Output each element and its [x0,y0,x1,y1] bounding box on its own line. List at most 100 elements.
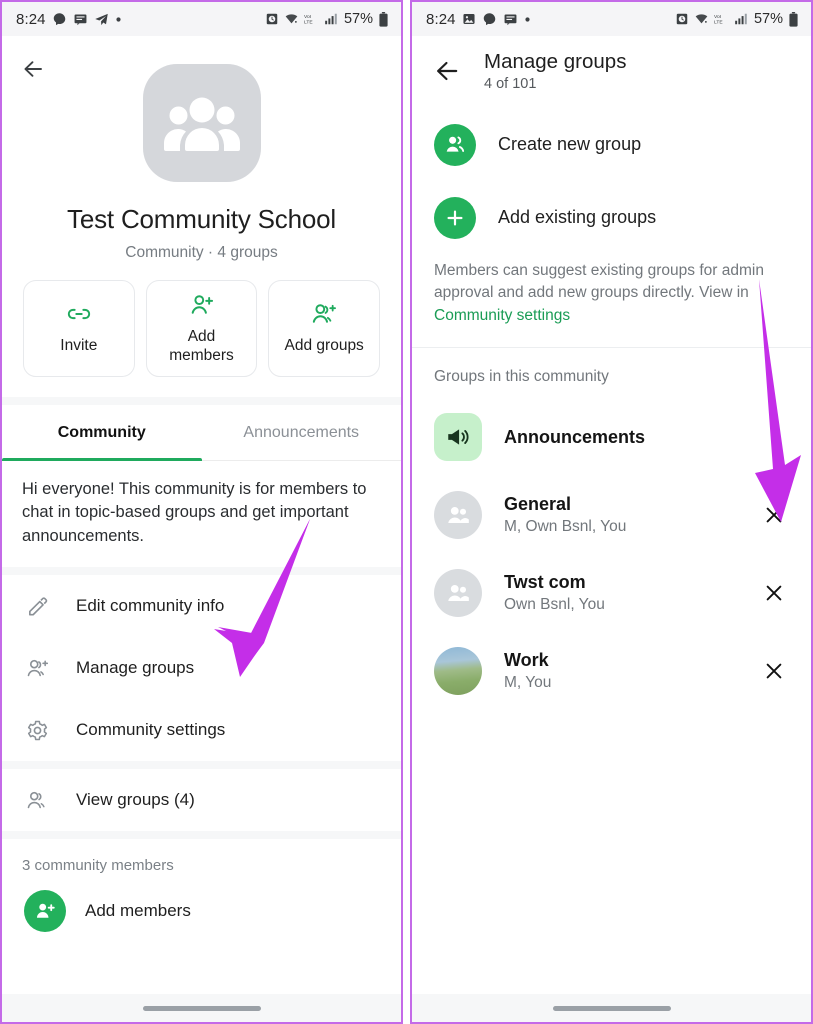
group-placeholder-icon [434,569,482,618]
chat-bubble-icon [482,12,497,27]
group-members: M, You [504,674,552,692]
status-time: 8:24 [426,10,456,28]
menu-label-edit-community-info: Edit community info [76,596,225,616]
page-subtitle: 4 of 101 [484,76,537,92]
add-existing-groups-button[interactable]: Add existing groups [412,181,811,254]
wifi-icon [694,12,709,26]
group-members: Own Bsnl, You [504,596,605,614]
svg-text:VoI: VoI [304,14,311,20]
tab-community[interactable]: Community [2,405,202,461]
members-caption: 3 community members [22,857,174,875]
right-phone-panel: 8:24 VoI LTE 57% Manage groups 4 of 101 … [410,0,813,1024]
close-icon [766,586,782,601]
remove-group-twst-com-button[interactable] [757,576,791,610]
add-members-row-label: Add members [85,901,191,921]
alarm-icon [265,12,279,26]
invite-button[interactable]: Invite [23,280,135,377]
volte-icon: VoI LTE [304,12,319,26]
back-arrow-icon [24,61,42,77]
menu-item-manage-groups[interactable]: Manage groups [2,637,401,699]
remove-group-work-button[interactable] [757,654,791,688]
add-members-label: Add members [169,327,234,364]
tab-announcements[interactable]: Announcements [202,405,402,461]
gesture-pill[interactable] [142,1005,261,1011]
right-navigation-bar [412,994,811,1022]
group-texts: Twst com Own Bsnl, You [504,572,735,614]
back-arrow-icon [437,61,458,81]
message-icon [503,12,518,27]
chat-bubble-icon [52,12,67,27]
svg-text:VoI: VoI [714,14,721,20]
community-settings-link[interactable]: Community settings [434,307,570,324]
group-placeholder-icon [434,491,482,540]
left-status-bar: 8:24 VoI LTE 57% [2,2,401,36]
page-title: Manage groups [484,50,627,73]
section-gap-3 [2,761,401,770]
close-icon [766,508,782,523]
battery-percent-label: 57% [753,11,783,27]
group-row-twst-com[interactable]: Twst com Own Bsnl, You [412,554,811,632]
menu-item-edit-community-info[interactable]: Edit community info [2,575,401,637]
group-add-icon [24,657,50,680]
status-right-group-2: VoI LTE 57% [675,11,799,27]
group-texts: Announcements [504,427,791,448]
wifi-icon [284,12,299,26]
create-new-group-button[interactable]: Create new group [412,108,811,181]
manage-groups-header: Manage groups 4 of 101 [412,36,811,108]
battery-icon [378,11,389,27]
group-row-work[interactable]: Work M, You [412,632,811,710]
back-button[interactable] [434,58,460,84]
add-groups-label: Add groups [284,337,364,355]
menu-item-view-groups[interactable]: View groups (4) [2,769,401,831]
pencil-icon [24,595,50,618]
dot-icon [524,16,531,23]
alarm-icon [675,12,689,26]
menu-label-view-groups: View groups (4) [76,790,195,810]
add-members-button[interactable]: Add members [145,280,258,377]
add-existing-groups-label: Add existing groups [498,207,657,227]
add-groups-button[interactable]: Add groups [268,280,381,377]
section-gap [2,397,401,405]
groups-caption: Groups in this community [434,368,609,386]
group-name: General [504,494,572,515]
group-row-announcements[interactable]: Announcements [412,398,811,476]
send-icon [94,12,109,27]
group-row-general[interactable]: General M, Own Bsnl, You [412,476,811,554]
section-gap-2 [2,567,401,576]
plus-icon [434,196,476,239]
link-icon [66,301,92,327]
battery-icon [788,11,799,27]
battery-percent-label: 57% [343,11,373,27]
community-hero: Test Community School Community · 4 grou… [2,36,401,262]
signal-icon [734,12,748,26]
status-right-group: VoI LTE 57% [265,11,389,27]
gear-icon [24,719,50,742]
gesture-pill[interactable] [552,1005,671,1011]
person-add-icon [24,890,66,933]
community-avatar[interactable] [142,64,261,182]
group-texts: Work M, You [504,650,735,692]
tab-announcements-label: Announcements [243,424,360,441]
create-new-group-label: Create new group [498,134,642,154]
remove-group-general-button[interactable] [757,498,791,532]
page-title: Test Community School [67,204,336,234]
group-texts: General M, Own Bsnl, You [504,494,735,536]
invite-label: Invite [60,337,98,355]
permissions-note: Members can suggest existing groups for … [412,254,811,347]
menu-item-community-settings[interactable]: Community settings [2,699,401,761]
left-navigation-bar [2,994,401,1022]
back-button[interactable] [18,54,48,84]
tab-bar: Community Announcements [2,405,401,461]
section-gap-4 [2,831,401,840]
group-name: Twst com [504,572,586,593]
tab-community-label: Community [57,424,146,441]
left-phone-panel: 8:24 VoI LTE 57% Test Community School C… [0,0,403,1024]
right-status-bar: 8:24 VoI LTE 57% [412,2,811,36]
close-icon [766,664,782,679]
announcements-megaphone-icon [434,413,482,462]
add-members-row[interactable]: Add members [2,884,401,950]
image-icon [462,12,476,26]
permissions-note-text: Members can suggest existing groups for … [434,262,764,302]
message-icon [73,12,88,27]
signal-icon [324,12,338,26]
